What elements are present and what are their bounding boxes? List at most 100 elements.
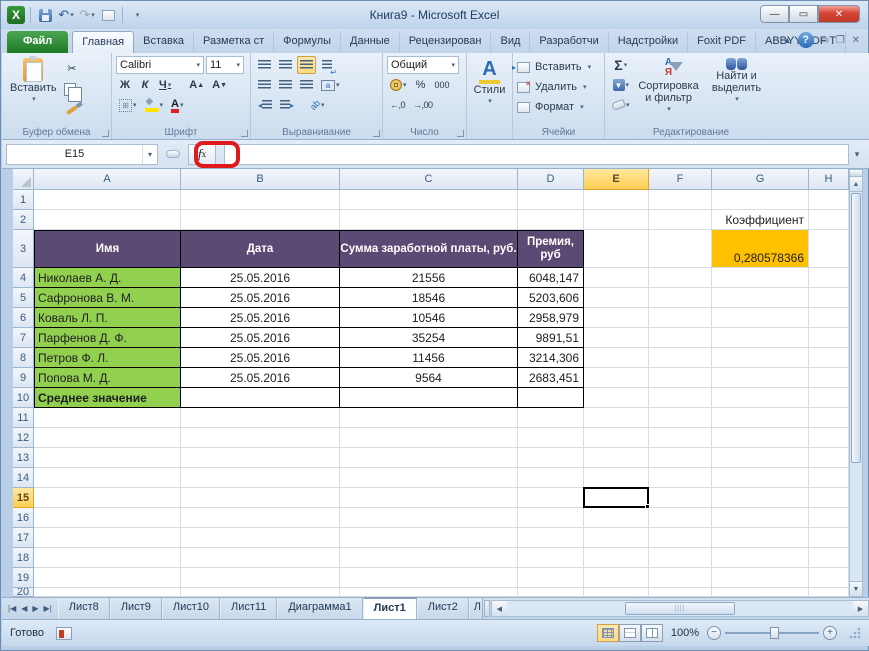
scroll-up-icon[interactable]: ▲ [850,177,862,192]
cell-D11[interactable] [518,408,584,428]
cell-D8[interactable]: 3214,306 [518,348,584,368]
cell-H11[interactable] [809,408,849,428]
cell-E15[interactable] [584,488,649,508]
dialog-launcher-icon[interactable] [241,130,248,137]
grow-font-button[interactable]: А▲ [186,76,207,94]
fill-color-button[interactable]: ▾ [142,96,167,114]
cell-G6[interactable] [712,308,809,328]
cell-A5[interactable]: Сафронова В. М. [34,288,181,308]
cell-B15[interactable] [181,488,340,508]
cell-A1[interactable] [34,190,181,210]
row-header-15[interactable]: 15 [13,488,34,508]
cell-F7[interactable] [649,328,712,348]
cell-F5[interactable] [649,288,712,308]
cell-F14[interactable] [649,468,712,488]
row-header-9[interactable]: 9 [13,368,34,388]
increase-indent-button[interactable]: ▸ [277,96,297,114]
cell-H15[interactable] [809,488,849,508]
tab-разметка-ст[interactable]: Разметка ст [194,31,274,53]
cell-G17[interactable] [712,528,809,548]
cell-C14[interactable] [340,468,518,488]
tab-вид[interactable]: Вид [491,31,530,53]
cell-C17[interactable] [340,528,518,548]
cell-A6[interactable]: Коваль Л. П. [34,308,181,328]
cell-H2[interactable] [809,210,849,230]
cell-B20[interactable] [181,588,340,597]
zoom-track[interactable] [725,632,819,634]
cell-C18[interactable] [340,548,518,568]
cell-A2[interactable] [34,210,181,230]
cell-A4[interactable]: Николаев А. Д. [34,268,181,288]
zoom-thumb[interactable] [770,627,779,639]
redo-button[interactable]: ↷▾ [78,5,96,25]
scroll-right-icon[interactable]: ▶ [853,601,868,616]
row-header-5[interactable]: 5 [13,288,34,308]
cell-B5[interactable]: 25.05.2016 [181,288,340,308]
restore-button[interactable]: ▭ [789,5,818,23]
cell-H4[interactable] [809,268,849,288]
column-header-E[interactable]: E [584,169,649,190]
macro-record-icon[interactable] [56,627,72,640]
insert-cells-button[interactable]: Вставить [532,58,585,76]
cell-B1[interactable] [181,190,340,210]
page-layout-view-button[interactable] [619,624,641,642]
cell-D16[interactable] [518,508,584,528]
minimize-button[interactable]: — [760,5,789,23]
normal-view-button[interactable] [597,624,619,642]
cell-A11[interactable] [34,408,181,428]
cell-A16[interactable] [34,508,181,528]
dialog-launcher-icon[interactable] [457,130,464,137]
tab-area-splitter[interactable] [484,600,490,617]
cell-D13[interactable] [518,448,584,468]
align-center-button[interactable] [276,76,295,94]
row-header-6[interactable]: 6 [13,308,34,328]
cell-G1[interactable] [712,190,809,210]
cell-E5[interactable] [584,288,649,308]
cell-F8[interactable] [649,348,712,368]
page-break-view-button[interactable] [641,624,663,642]
cell-F20[interactable] [649,588,712,597]
cell-F16[interactable] [649,508,712,528]
font-color-button[interactable]: А▾ [168,96,186,114]
bold-button[interactable]: Ж [116,76,134,94]
cell-G13[interactable] [712,448,809,468]
clear-button[interactable]: ▾ [609,96,633,114]
column-header-C[interactable]: C [340,169,518,190]
first-sheet-icon[interactable]: |◀ [6,602,18,615]
cell-E2[interactable] [584,210,649,230]
cell-C19[interactable] [340,568,518,588]
increase-decimal-button[interactable]: ←,0 [387,96,408,114]
cell-G11[interactable] [712,408,809,428]
cell-G20[interactable] [712,588,809,597]
sheet-tab-лист10[interactable]: Лист10 [162,598,220,619]
cell-E20[interactable] [584,588,649,597]
zoom-out-button[interactable]: − [707,626,721,640]
cell-H6[interactable] [809,308,849,328]
cell-F13[interactable] [649,448,712,468]
cell-C6[interactable]: 10546 [340,308,518,328]
cell-A17[interactable] [34,528,181,548]
resize-grip[interactable] [849,627,861,639]
cell-C5[interactable]: 18546 [340,288,518,308]
zoom-in-button[interactable]: + [823,626,837,640]
column-header-F[interactable]: F [649,169,712,190]
cell-F9[interactable] [649,368,712,388]
horizontal-scroll-thumb[interactable]: |||| [625,602,735,615]
sheet-tab-лист8[interactable]: Лист8 [58,598,110,619]
cell-F6[interactable] [649,308,712,328]
cell-G9[interactable] [712,368,809,388]
cell-D19[interactable] [518,568,584,588]
tab-формулы[interactable]: Формулы [274,31,341,53]
cell-B19[interactable] [181,568,340,588]
scroll-down-icon[interactable]: ▼ [850,581,862,596]
cell-C1[interactable] [340,190,518,210]
cell-H19[interactable] [809,568,849,588]
row-header-19[interactable]: 19 [13,568,34,588]
cell-B9[interactable]: 25.05.2016 [181,368,340,388]
cell-E10[interactable] [584,388,649,408]
cell-A12[interactable] [34,428,181,448]
row-header-1[interactable]: 1 [13,190,34,210]
tab-данные[interactable]: Данные [341,31,400,53]
cell-B13[interactable] [181,448,340,468]
merge-center-button[interactable]: а▾ [318,76,343,94]
